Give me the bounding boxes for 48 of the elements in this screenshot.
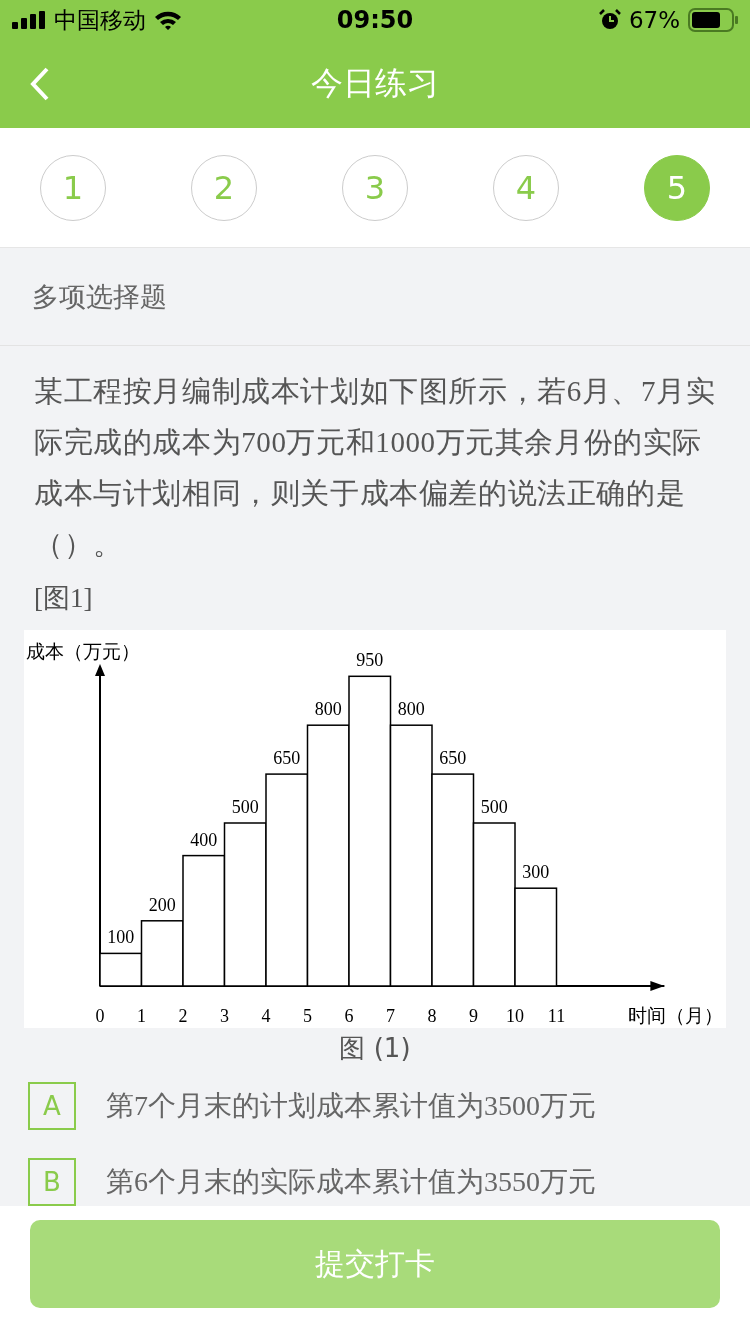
x-tick-label: 2 xyxy=(178,1006,188,1026)
bar-value-label: 300 xyxy=(522,862,550,883)
x-tick-label: 11 xyxy=(547,1006,566,1026)
figure-caption: 图 (1) xyxy=(338,1032,412,1065)
wifi-icon xyxy=(154,10,182,30)
x-tick-label: 5 xyxy=(303,1006,312,1026)
option-text[interactable]: 第7个月末的计划成本累计值为3500万元 xyxy=(106,1087,596,1125)
page-title: 今日练习 xyxy=(311,63,439,104)
status-time: 09:50 xyxy=(335,6,415,34)
x-tick-label: 8 xyxy=(427,1006,437,1026)
x-tick-label: 6 xyxy=(344,1006,354,1026)
question-step[interactable]: 2 xyxy=(191,154,257,221)
question-type: 多项选择题 xyxy=(32,279,167,314)
figure-reference: [图1] xyxy=(33,582,94,615)
carrier-name: 中国移动 xyxy=(54,5,146,35)
x-tick-label: 4 xyxy=(261,1006,271,1026)
bar-value-label: 100 xyxy=(107,927,135,948)
bar-value-label: 800 xyxy=(397,699,425,720)
option-letter[interactable]: A xyxy=(28,1082,76,1130)
question-step[interactable]: 1 xyxy=(40,154,106,221)
option-letter[interactable]: B xyxy=(28,1158,76,1206)
signal-icon xyxy=(12,11,46,29)
bar-value-label: 400 xyxy=(190,829,218,850)
alarm-icon xyxy=(598,9,621,31)
x-axis-label: 时间（月） xyxy=(628,1004,723,1026)
question-step[interactable]: 5 xyxy=(644,154,710,221)
option-text[interactable]: 第6个月末的实际成本累计值为3550万元 xyxy=(106,1163,596,1201)
bar-value-label: 200 xyxy=(148,894,176,915)
question-step[interactable]: 4 xyxy=(493,154,559,221)
y-axis-label: 成本（万元） xyxy=(26,640,140,662)
battery-icon xyxy=(688,8,738,32)
x-tick-label: 0 xyxy=(95,1006,105,1026)
submit-button[interactable]: 提交打卡 xyxy=(30,1220,720,1308)
x-tick-label: 1 xyxy=(137,1006,146,1026)
bar-value-label: 800 xyxy=(314,699,342,720)
back-icon[interactable] xyxy=(30,67,50,101)
question-text: 某工程按月编制成本计划如下图所示，若6月、7月实际完成的成本为700万元和1000万元其余月份的实际成本与计划相同，则关于成本偏差的说法正确的是（）。 xyxy=(33,374,717,562)
question-step[interactable]: 3 xyxy=(342,154,408,221)
bar-value-label: 650 xyxy=(273,748,301,769)
bar-value-label: 500 xyxy=(231,797,259,817)
x-tick-label: 7 xyxy=(386,1006,395,1026)
bar-value-label: 950 xyxy=(356,650,384,671)
x-tick-label: 10 xyxy=(506,1006,524,1026)
battery-percent: 67% xyxy=(628,7,680,33)
bar-value-label: 500 xyxy=(480,797,508,817)
x-tick-label: 9 xyxy=(469,1006,478,1026)
x-tick-label: 3 xyxy=(220,1006,229,1026)
bar-value-label: 650 xyxy=(439,748,467,769)
